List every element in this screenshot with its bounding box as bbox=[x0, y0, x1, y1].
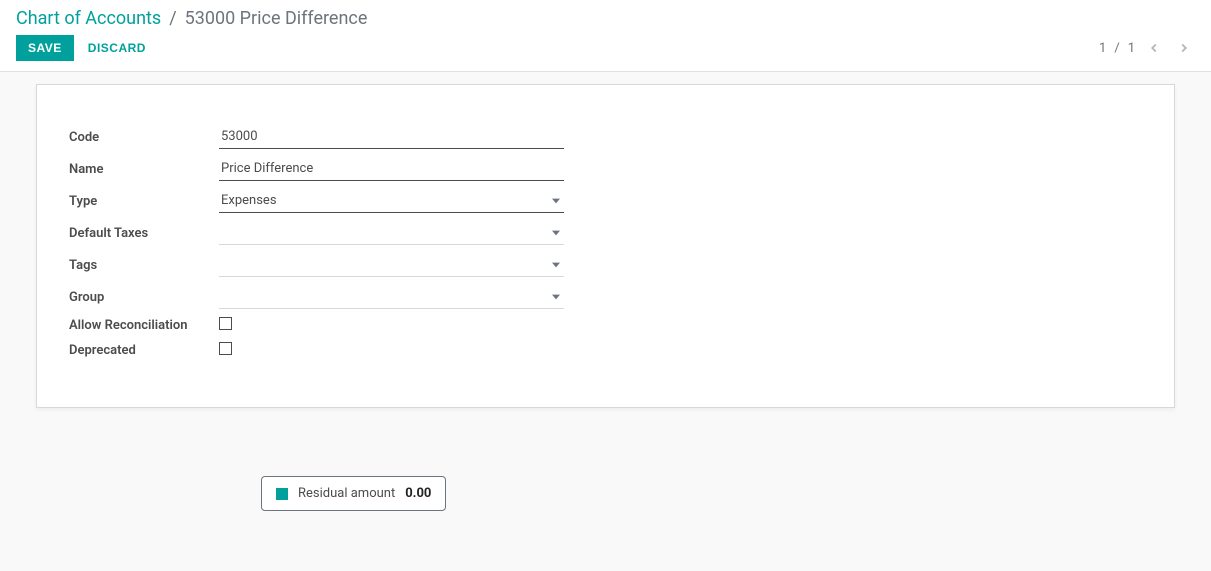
legend-value: 0.00 bbox=[405, 486, 431, 501]
legend-label: Residual amount bbox=[298, 486, 395, 501]
default-taxes-select[interactable] bbox=[219, 221, 564, 245]
breadcrumb-current: 53000 Price Difference bbox=[185, 8, 368, 29]
tags-select[interactable] bbox=[219, 253, 564, 277]
save-button[interactable]: SAVE bbox=[16, 35, 74, 61]
pager-prev-button[interactable] bbox=[1143, 37, 1165, 59]
breadcrumb-root-link[interactable]: Chart of Accounts bbox=[16, 8, 161, 29]
pager-current: 1 bbox=[1099, 41, 1106, 56]
label-deprecated: Deprecated bbox=[69, 343, 219, 358]
breadcrumb-separator: / bbox=[169, 8, 176, 29]
code-input[interactable] bbox=[219, 125, 564, 149]
form-sheet: Code Name Type Default Taxes bbox=[36, 84, 1175, 408]
pager-separator: / bbox=[1114, 41, 1119, 56]
pager: 1 / 1 bbox=[1099, 37, 1195, 59]
chevron-left-icon bbox=[1147, 41, 1161, 55]
topbar: Chart of Accounts / 53000 Price Differen… bbox=[0, 0, 1211, 72]
legend-swatch bbox=[276, 488, 288, 500]
page-wrap: Code Name Type Default Taxes bbox=[0, 72, 1211, 551]
form-table: Code Name Type Default Taxes bbox=[69, 125, 1142, 359]
deprecated-checkbox[interactable] bbox=[219, 342, 232, 355]
pager-total: 1 bbox=[1128, 41, 1135, 56]
chevron-right-icon bbox=[1177, 41, 1191, 55]
label-name: Name bbox=[69, 162, 219, 177]
pager-next-button[interactable] bbox=[1173, 37, 1195, 59]
type-select[interactable] bbox=[219, 189, 564, 213]
allow-reconciliation-checkbox[interactable] bbox=[219, 317, 232, 330]
name-input[interactable] bbox=[219, 157, 564, 181]
label-tags: Tags bbox=[69, 258, 219, 273]
label-group: Group bbox=[69, 290, 219, 305]
legend-box: Residual amount 0.00 bbox=[261, 476, 446, 511]
breadcrumb: Chart of Accounts / 53000 Price Differen… bbox=[16, 8, 1195, 29]
action-row: SAVE DISCARD 1 / 1 bbox=[16, 35, 1195, 61]
group-select[interactable] bbox=[219, 285, 564, 309]
discard-button[interactable]: DISCARD bbox=[88, 35, 146, 61]
label-default-taxes: Default Taxes bbox=[69, 226, 219, 241]
label-allow-reconciliation: Allow Reconciliation bbox=[69, 318, 219, 333]
action-left: SAVE DISCARD bbox=[16, 35, 146, 61]
label-code: Code bbox=[69, 130, 219, 145]
label-type: Type bbox=[69, 194, 219, 209]
